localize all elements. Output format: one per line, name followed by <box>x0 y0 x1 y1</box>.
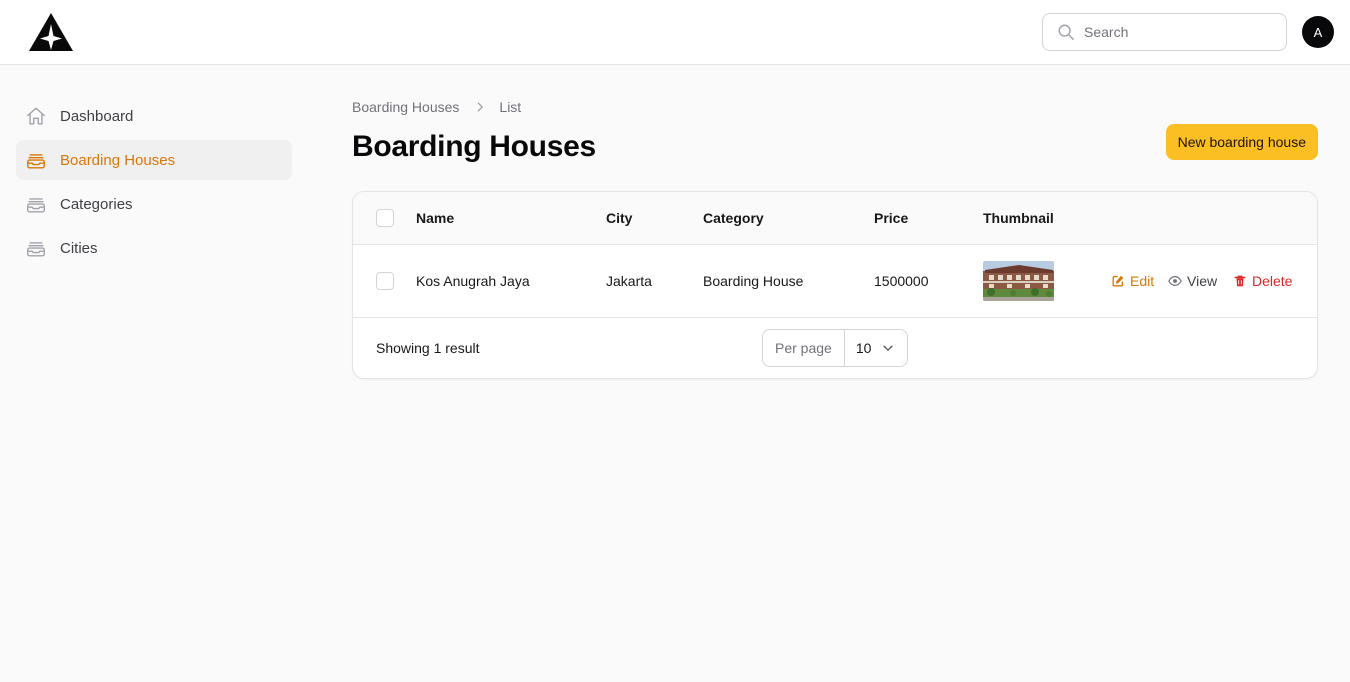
column-header-category[interactable]: Category <box>703 210 764 226</box>
trash-icon <box>1234 275 1246 287</box>
sidebar-item-label: Boarding Houses <box>60 151 176 169</box>
inbox-stack-icon <box>27 198 45 213</box>
row-select-checkbox[interactable] <box>376 272 394 290</box>
sidebar-item-label: Cities <box>60 239 98 257</box>
delete-action[interactable]: Delete <box>1233 273 1292 289</box>
column-header-thumbnail: Thumbnail <box>983 210 1054 226</box>
new-boarding-house-button[interactable]: New boarding house <box>1165 124 1318 160</box>
per-page-value: 10 <box>855 340 872 356</box>
sidebar-item-label: Dashboard <box>60 107 134 125</box>
delete-label: Delete <box>1252 273 1293 289</box>
sidebar-item-label: Categories <box>60 195 133 213</box>
edit-label: Edit <box>1130 273 1155 289</box>
eye-icon <box>1168 276 1182 286</box>
table-footer: Showing 1 result Per page 10 <box>353 318 1317 378</box>
sidebar-item-dashboard[interactable]: Dashboard <box>16 96 292 136</box>
cell-category: Boarding House <box>703 273 804 289</box>
cell-city: Jakarta <box>606 273 652 289</box>
cell-thumbnail-image <box>983 261 1054 301</box>
results-summary: Showing 1 result <box>376 340 480 356</box>
search-icon <box>1058 24 1074 40</box>
per-page-label: Per page <box>763 330 845 366</box>
global-search[interactable] <box>1042 13 1287 51</box>
user-avatar[interactable]: A <box>1302 16 1334 48</box>
search-input[interactable] <box>1084 24 1274 40</box>
app-logo[interactable] <box>28 12 74 52</box>
table-row[interactable]: Kos Anugrah Jaya Jakarta Boarding House … <box>353 245 1317 318</box>
sidebar: Dashboard Boarding Houses Categories Cit… <box>16 96 292 272</box>
view-action[interactable]: View <box>1168 273 1217 289</box>
cell-price: 1500000 <box>874 273 929 289</box>
chevron-down-icon <box>883 345 893 351</box>
main-content: Boarding Houses List Boarding Houses New… <box>352 96 1318 379</box>
pencil-square-icon <box>1112 275 1124 287</box>
column-header-price[interactable]: Price <box>874 210 908 226</box>
select-all-checkbox[interactable] <box>376 209 394 227</box>
table-header-row: Name City Category Price Thumbnail <box>353 192 1317 245</box>
top-bar: A <box>0 0 1350 65</box>
view-label: View <box>1187 273 1218 289</box>
sidebar-item-cities[interactable]: Cities <box>16 228 292 268</box>
boarding-houses-table: Name City Category Price Thumbnail Kos A… <box>352 191 1318 379</box>
per-page-control: Per page 10 <box>762 329 909 367</box>
edit-action[interactable]: Edit <box>1111 273 1154 289</box>
column-header-city[interactable]: City <box>606 210 632 226</box>
per-page-select[interactable]: 10 <box>845 340 908 356</box>
home-icon <box>27 107 45 125</box>
sidebar-item-categories[interactable]: Categories <box>16 184 292 224</box>
inbox-stack-icon <box>27 242 45 257</box>
column-header-name[interactable]: Name <box>416 210 454 226</box>
breadcrumb-parent-link[interactable]: Boarding Houses <box>352 99 459 115</box>
chevron-right-icon <box>478 102 484 112</box>
breadcrumb: Boarding Houses List <box>352 96 1318 118</box>
breadcrumb-current: List <box>499 99 522 115</box>
cell-name: Kos Anugrah Jaya <box>416 273 530 289</box>
sidebar-item-boarding-houses[interactable]: Boarding Houses <box>16 140 292 180</box>
inbox-stack-icon <box>27 154 45 169</box>
